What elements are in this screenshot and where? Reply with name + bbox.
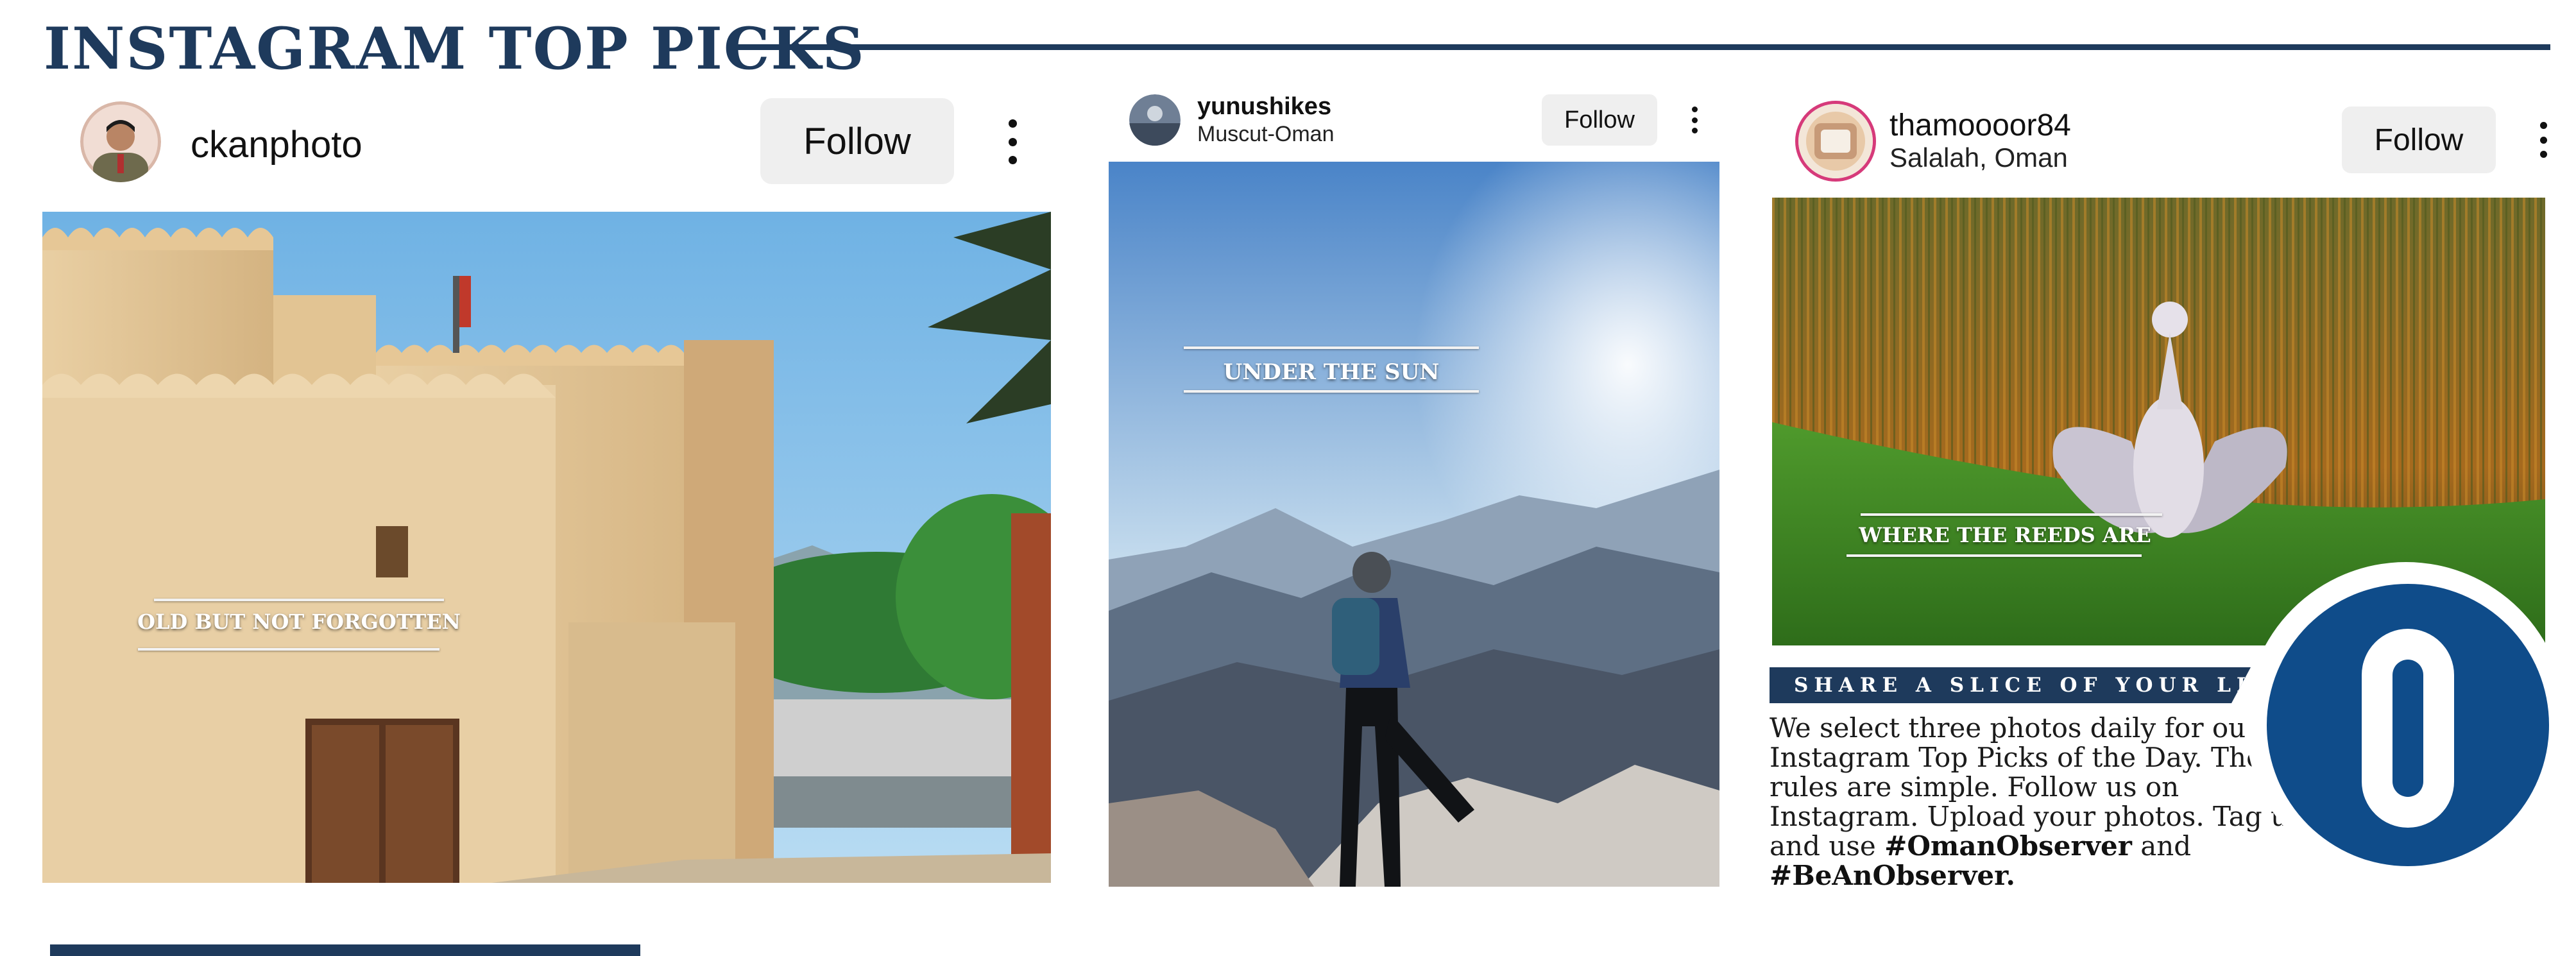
promo-text: We select three photos daily for our Ins… [1770,713,2308,891]
follow-button[interactable]: Follow [760,98,954,184]
avatar[interactable] [1795,101,1876,182]
promo-banner: SHARE A SLICE OF YOUR LIFE [1770,667,2251,703]
footer-rule [50,944,640,956]
header-divider [735,44,2550,50]
username[interactable]: yunushikes [1197,93,1331,121]
follow-button[interactable]: Follow [1542,94,1657,146]
caption-rule [1184,346,1479,349]
hashtag-omanobserver[interactable]: #OmanObserver [1884,830,2132,862]
caption-rule [1861,513,2162,516]
photo-caption: UNDER THE SUN [1223,359,1440,385]
caption-rule [1184,390,1479,393]
photo-caption: OLD BUT NOT FORGOTTEN [137,610,461,634]
username[interactable]: ckanphoto [191,123,363,166]
more-options-icon[interactable] [1689,107,1700,133]
more-options-icon[interactable] [1003,119,1021,164]
caption-rule [154,599,444,601]
location[interactable]: Muscut-Oman [1197,122,1335,147]
post-photo[interactable] [42,212,1051,883]
avatar[interactable] [80,101,161,182]
caption-rule [1847,554,2142,557]
avatar[interactable] [1129,94,1181,146]
hashtag-beanobserver[interactable]: #BeAnObserver. [1770,860,2015,891]
more-options-icon[interactable] [2537,122,2550,158]
post-photo[interactable] [1109,162,1719,887]
photo-caption: WHERE THE REEDS ARE [1859,523,2151,547]
observer-logo-icon [2267,584,2549,866]
location[interactable]: Salalah, Oman [1889,142,2068,173]
promo-connector: and [2140,830,2192,862]
caption-rule [138,648,439,651]
follow-button[interactable]: Follow [2342,107,2496,173]
username[interactable]: thamoooor84 [1889,108,2071,143]
